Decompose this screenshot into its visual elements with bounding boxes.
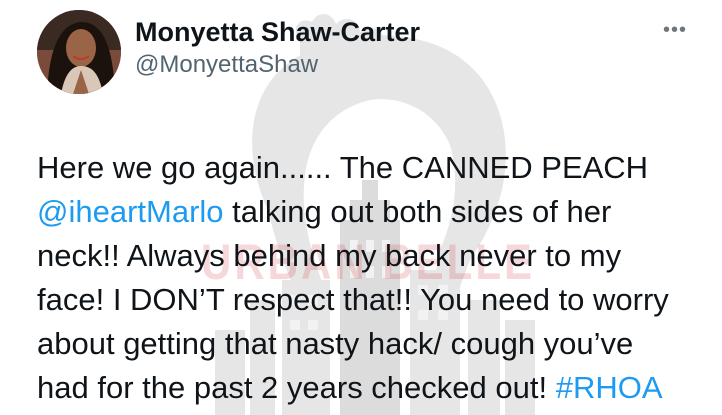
tweet-line-text: had for the past 2 years checked out! [37, 370, 556, 405]
display-name[interactable]: Monyetta Shaw-Carter [135, 16, 420, 48]
tweet-line: about getting that nasty hack/ cough you… [37, 326, 634, 361]
tweet-line-text: talking out both sides of her [223, 194, 612, 229]
author-info: Monyetta Shaw-Carter @MonyettaShaw [135, 16, 420, 80]
tweet-line: had for the past 2 years checked out! #R… [37, 366, 707, 410]
tweet-line: @iheartMarlo talking out both sides of h… [37, 190, 707, 234]
avatar[interactable] [37, 10, 121, 94]
mention-link[interactable]: @iheartMarlo [37, 194, 224, 229]
profile-photo [37, 10, 121, 94]
tweet-header: Monyetta Shaw-Carter @MonyettaShaw ••• [37, 10, 697, 94]
more-horizontal-icon[interactable]: ••• [663, 20, 687, 40]
hashtag-link[interactable]: #RHOA [556, 370, 663, 405]
tweet-card: URBAN BELLE Monyetta Shaw-Carter @Monyet… [0, 0, 722, 415]
tweet-line: neck!! Always behind my back never to my [37, 238, 622, 273]
tweet-line: Here we go again...... The CANNED PEACH [37, 150, 649, 185]
username-handle[interactable]: @MonyettaShaw [135, 50, 420, 80]
tweet-text: Here we go again...... The CANNED PEACH … [37, 146, 707, 410]
tweet-line: face! I DON’T respect that!! You need to… [37, 282, 669, 317]
